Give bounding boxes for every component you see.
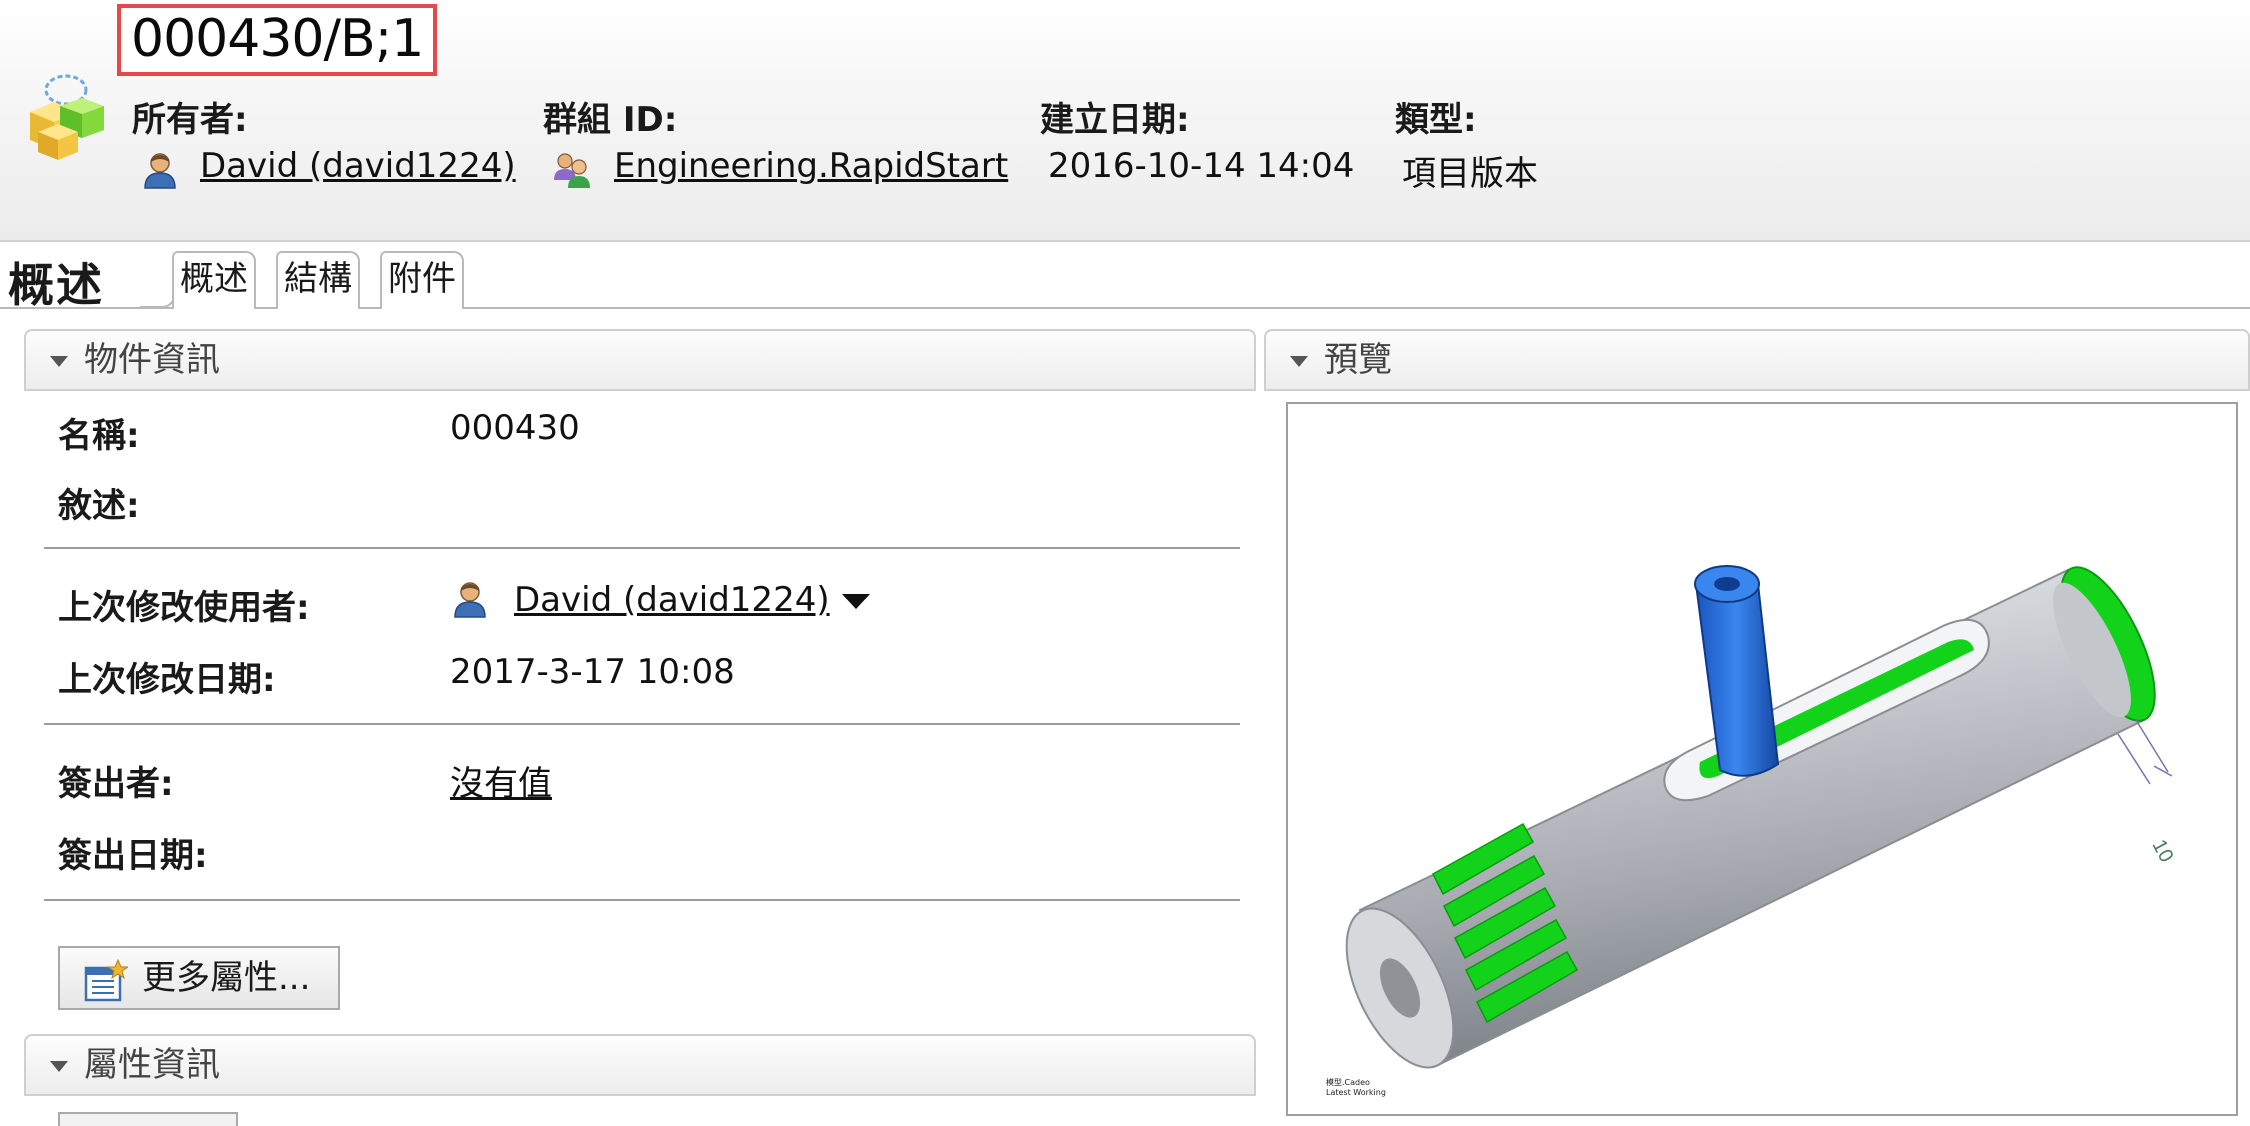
- item-revision-icon: [30, 74, 104, 160]
- last-modified-user-link[interactable]: David (david1224): [514, 580, 830, 620]
- user-icon: [144, 153, 176, 189]
- last-modified-date-label: 上次修改日期:: [58, 660, 276, 700]
- preview-caption-line1: 模型.Cadeo: [1326, 1078, 1370, 1087]
- attributes-info-header[interactable]: 屬性資訊: [24, 1034, 1256, 1096]
- created-date-label: 建立日期:: [1040, 100, 1190, 140]
- name-label: 名稱:: [58, 416, 140, 456]
- checked-out-by-label: 簽出者:: [58, 764, 174, 804]
- last-modified-user-value: David (david1224): [514, 580, 870, 620]
- tab-overview[interactable]: 概述: [172, 251, 256, 309]
- description-label: 敘述:: [58, 486, 140, 526]
- group-id-label: 群組 ID:: [543, 100, 678, 140]
- cad-part-preview-image: 10: [1345, 565, 2178, 1069]
- divider: [44, 899, 1240, 901]
- object-info-title: 物件資訊: [84, 340, 220, 380]
- owner-label: 所有者:: [132, 100, 248, 140]
- collapse-arrow-icon: [1290, 356, 1308, 367]
- name-value: 000430: [450, 408, 580, 448]
- checked-out-by-link[interactable]: 沒有值: [450, 756, 552, 805]
- divider: [44, 723, 1240, 725]
- tab-overview-active[interactable]: 概述: [8, 249, 104, 315]
- type-value: 項目版本: [1402, 154, 1538, 194]
- owner-link[interactable]: David (david1224): [200, 146, 516, 186]
- last-modified-date-value: 2017-3-17 10:08: [450, 652, 735, 692]
- preview-caption-line2: Latest Working: [1326, 1088, 1386, 1097]
- attributes-button-partial[interactable]: [58, 1112, 238, 1126]
- more-properties-button[interactable]: 更多屬性...: [58, 946, 340, 1010]
- preview-title: 預覽: [1324, 340, 1392, 380]
- collapse-arrow-icon: [50, 1061, 68, 1072]
- more-properties-label: 更多屬性...: [142, 958, 311, 998]
- object-info-header[interactable]: 物件資訊: [24, 329, 1256, 391]
- checkout-date-label: 簽出日期:: [58, 836, 208, 876]
- group-link[interactable]: Engineering.RapidStart: [614, 146, 1008, 186]
- user-icon: [454, 582, 486, 618]
- type-label: 類型:: [1395, 100, 1477, 140]
- user-menu-dropdown-icon[interactable]: [841, 594, 870, 609]
- preview-caption: 模型.Cadeo Latest Working: [1326, 1078, 1386, 1098]
- dimension-label: 10: [2148, 836, 2178, 866]
- tab-attachments[interactable]: 附件: [380, 251, 464, 309]
- attributes-info-title: 屬性資訊: [84, 1045, 220, 1085]
- object-title: 000430/B;1: [117, 4, 438, 76]
- created-date-value: 2016-10-14 14:04: [1048, 146, 1355, 186]
- last-modified-user-label: 上次修改使用者:: [58, 588, 310, 628]
- object-header: 000430/B;1 所有者: 群組 ID: 建立日期: 類型: David (…: [0, 0, 2250, 242]
- preview-header[interactable]: 預覽: [1264, 329, 2250, 391]
- tab-bar: 概述 概述 結構 附件: [0, 243, 2250, 312]
- divider: [44, 547, 1240, 549]
- tab-structure[interactable]: 結構: [276, 251, 360, 309]
- preview-image-frame: 10 模型.Cadeo Latest Working: [1286, 402, 2238, 1116]
- collapse-arrow-icon: [50, 356, 68, 367]
- properties-icon: [84, 958, 128, 1002]
- group-icon: [554, 153, 590, 188]
